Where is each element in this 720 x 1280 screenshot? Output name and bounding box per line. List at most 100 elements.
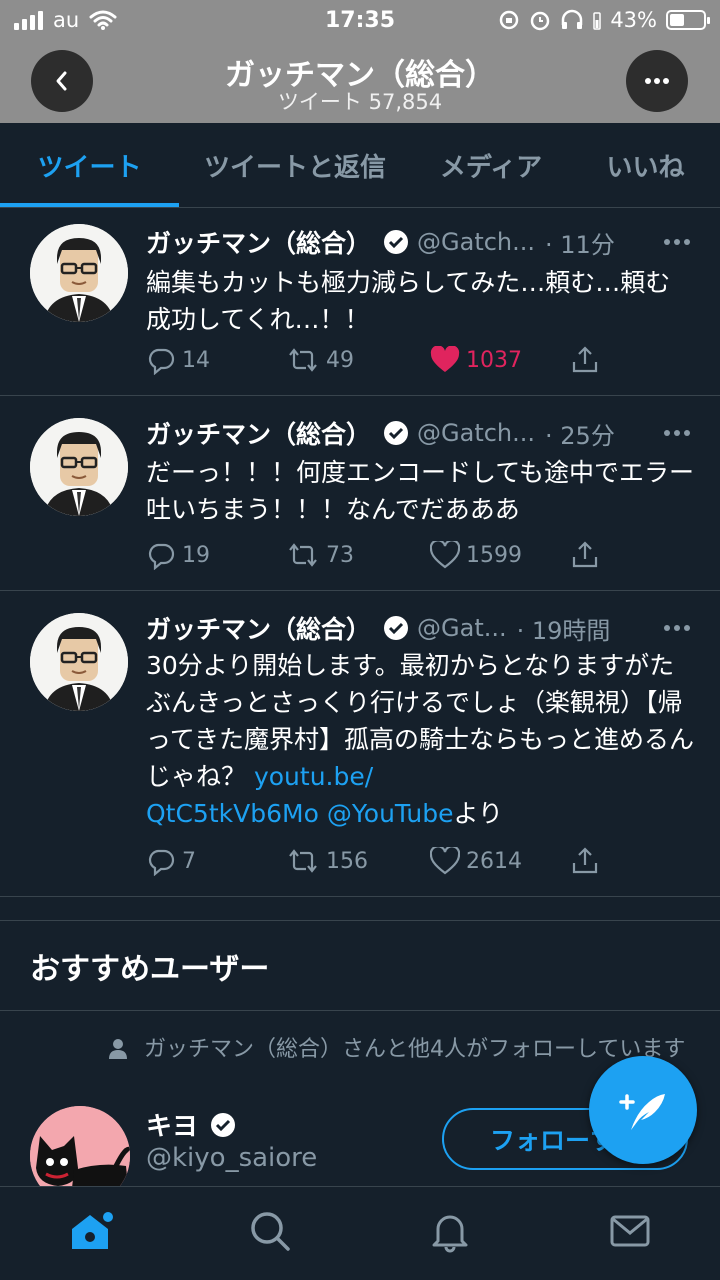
compose-feather-icon: [619, 1094, 665, 1130]
tweet[interactable]: ガッチマン（総合） @Gatch... · 11分 編集もカットも極力減らしてみ…: [0, 208, 720, 396]
retweet-icon: [289, 348, 317, 372]
tweet-text: 30分より開始します。最初からとなりますがたぶんきっとさっくり行けるでしょ（楽観…: [146, 647, 694, 832]
reply-icon: [148, 348, 175, 375]
like-count: 2614: [466, 848, 522, 874]
retweet-icon: [289, 849, 317, 873]
avatar[interactable]: [30, 613, 128, 711]
social-context: ガッチマン（総合）さんと他4人がフォローしています: [108, 1034, 688, 1065]
home-icon: [72, 1210, 114, 1249]
retweet-icon: [289, 543, 317, 567]
tweet-author-name: ガッチマン（総合）: [146, 229, 372, 258]
like-button[interactable]: 1599: [430, 535, 522, 575]
tab-media[interactable]: メディア: [411, 123, 571, 207]
nav-home[interactable]: [60, 1201, 120, 1261]
nav-search[interactable]: [240, 1201, 300, 1261]
heart-icon: [430, 847, 460, 875]
reply-button[interactable]: 7: [146, 841, 196, 881]
tweet-count: ツイート 57,854: [277, 90, 443, 114]
social-context-text: ガッチマン（総合）さんと他4人がフォローしています: [144, 1037, 686, 1062]
reply-button[interactable]: 14: [146, 340, 210, 380]
status-bar: au 17:35 43%: [0, 0, 720, 40]
tweet-handle: @Gatch...: [417, 419, 536, 447]
verified-badge-icon: [384, 421, 409, 445]
reply-icon: [148, 543, 175, 570]
reply-count: 7: [182, 848, 196, 874]
tab-label: メディア: [439, 152, 543, 183]
tweet-more-icon[interactable]: [664, 413, 690, 453]
tweet-time: · 19時間: [516, 616, 611, 645]
share-button[interactable]: [570, 535, 600, 575]
profile-tabs: ツイート ツイートと返信 メディア いいね: [0, 123, 720, 208]
headphones-icon: [562, 9, 583, 29]
tweet-author-name: ガッチマン（総合）: [146, 420, 372, 449]
avatar[interactable]: [30, 224, 128, 322]
profile-header: au 17:35 43% ガッチマン（総合） ツイート 57,854: [0, 0, 720, 123]
more-horizontal-icon: [645, 78, 669, 84]
tab-label: いいね: [606, 152, 685, 183]
compose-tweet-button[interactable]: [589, 1056, 697, 1164]
like-count: 1037: [466, 347, 522, 373]
like-button[interactable]: 1037: [430, 340, 522, 380]
verified-badge-icon: [384, 230, 409, 254]
tab-tweets-and-replies[interactable]: ツイートと返信: [179, 123, 411, 207]
tweet-actions: 19 73 1599: [146, 535, 616, 575]
share-icon: [572, 541, 598, 568]
divider: [0, 1010, 720, 1011]
tweet[interactable]: ガッチマン（総合） @Gatch... · 25分 だーっ！！！何度エンコードし…: [0, 396, 720, 591]
like-button[interactable]: 2614: [430, 841, 522, 881]
verified-badge-icon: [211, 1112, 236, 1137]
retweet-button[interactable]: 73: [286, 535, 354, 575]
tab-tweets[interactable]: ツイート: [0, 123, 179, 207]
tweet-text: だーっ！！！何度エンコードしても途中でエラー吐いちまう！！！なんでだあああ: [146, 458, 695, 524]
nav-messages[interactable]: [600, 1201, 660, 1261]
tweet-author-name: ガッチマン（総合）: [146, 615, 372, 644]
like-count: 1599: [466, 542, 522, 568]
retweet-count: 156: [326, 848, 368, 874]
tab-label: ツイート: [37, 152, 142, 183]
tweet-text: 編集もカットも極力減らしてみた…頼む…頼む成功してくれ…！！: [146, 268, 671, 334]
verified-badge-icon: [384, 616, 409, 640]
tweet-handle: @Gat...: [417, 614, 507, 642]
tweet[interactable]: ガッチマン（総合） @Gat... · 19時間 30分より開始します。最初から…: [0, 591, 720, 897]
notifications-icon: [432, 1215, 468, 1253]
retweet-button[interactable]: 49: [286, 340, 354, 380]
heart-icon: [430, 541, 460, 569]
tweet-actions: 7 156 2614: [146, 841, 616, 881]
more-button[interactable]: [626, 50, 688, 112]
reply-button[interactable]: 19: [146, 535, 210, 575]
reply-count: 14: [182, 347, 210, 373]
reply-count: 19: [182, 542, 210, 568]
tweet-more-icon[interactable]: [664, 608, 690, 648]
heart-filled-icon: [430, 346, 460, 372]
nav-notifications[interactable]: [420, 1201, 480, 1261]
rotation-lock-icon: [500, 10, 519, 30]
battery-icon: [666, 10, 710, 30]
tweet-more-icon[interactable]: [664, 222, 690, 262]
share-icon: [572, 847, 598, 874]
battery-percent: 43%: [610, 8, 657, 32]
retweet-button[interactable]: 156: [286, 841, 368, 881]
tab-likes[interactable]: いいね: [571, 123, 720, 207]
avatar[interactable]: [30, 418, 128, 516]
tweet-text-content: 30分より開始します。最初からとなりますがたぶんきっとさっくり行けるでしょ（楽観…: [146, 651, 695, 791]
tweet-handle: @Gatch...: [417, 228, 536, 256]
recommended-users-title: おすすめユーザー: [30, 952, 270, 987]
tweet-text-suffix: より: [453, 799, 504, 828]
user-name: キヨ: [146, 1112, 199, 1142]
retweet-count: 49: [326, 347, 354, 373]
messages-icon: [610, 1215, 650, 1247]
search-icon: [251, 1212, 290, 1251]
share-button[interactable]: [570, 841, 600, 881]
tweet-mention[interactable]: @YouTube: [327, 799, 454, 828]
tweet-time: · 11分: [545, 230, 615, 259]
alarm-icon: [531, 11, 550, 31]
recommended-user-handle: @kiyo_saiore: [146, 1143, 318, 1173]
reply-icon: [148, 849, 175, 876]
tab-label: ツイートと返信: [203, 152, 386, 183]
tweet-time: · 25分: [545, 421, 615, 450]
share-button[interactable]: [570, 340, 600, 380]
retweet-count: 73: [326, 542, 354, 568]
person-icon: [109, 1039, 127, 1059]
bottom-nav: [0, 1186, 720, 1280]
section-divider: [0, 897, 720, 921]
